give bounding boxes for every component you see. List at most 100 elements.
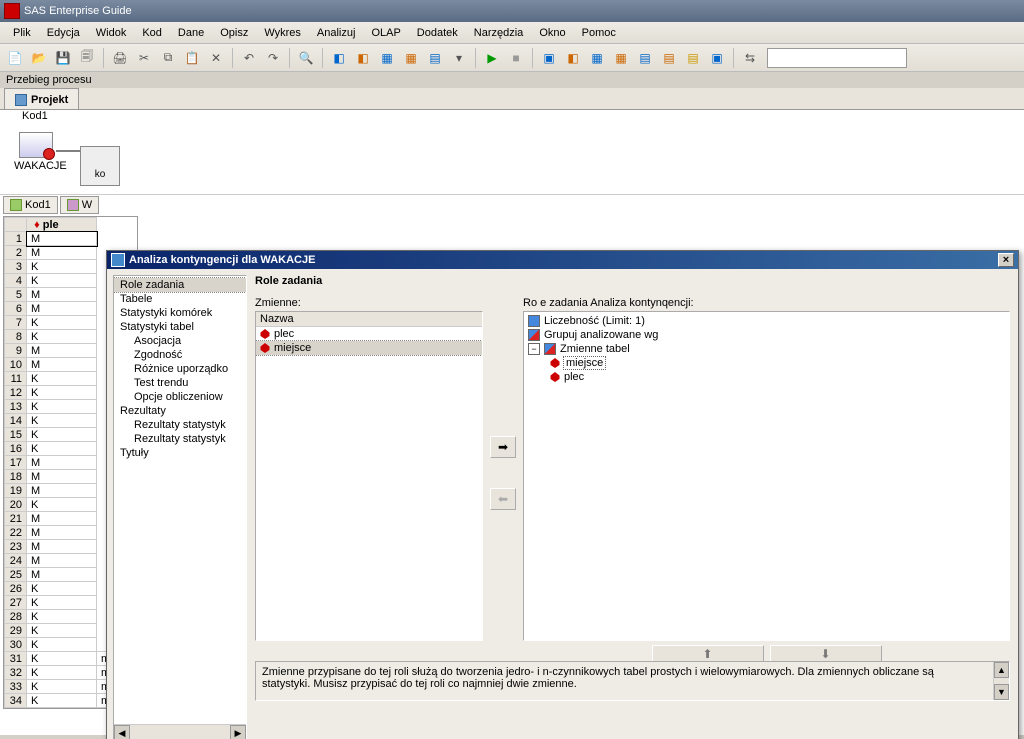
- tb-print-icon[interactable]: 🖨: [109, 47, 131, 69]
- tb-task1-icon[interactable]: ◧: [328, 47, 350, 69]
- tb-sep: [475, 48, 476, 68]
- nav-item[interactable]: Rezultaty statystyk: [114, 418, 246, 432]
- tb-task5-icon[interactable]: ▤: [424, 47, 446, 69]
- menu-dodatek[interactable]: Dodatek: [410, 25, 465, 41]
- menu-olap[interactable]: OLAP: [364, 25, 407, 41]
- var-plec[interactable]: plec: [256, 327, 482, 341]
- dialog-title: Analiza kontyngencji dla WAKACJE: [129, 254, 315, 266]
- tb-redo-icon[interactable]: ↷: [262, 47, 284, 69]
- remove-button[interactable]: ⬅: [490, 488, 516, 510]
- transfer-buttons: ➡ ⬅: [489, 297, 517, 649]
- nav-item[interactable]: Statystyki komórek: [114, 306, 246, 320]
- scroll-right-icon[interactable]: ▶: [230, 725, 246, 739]
- tb-task3-icon[interactable]: ▦: [376, 47, 398, 69]
- nav-item[interactable]: Różnice uporządko: [114, 362, 246, 376]
- section-title: Role zadania: [255, 275, 1010, 287]
- tb-paste-icon[interactable]: 📋: [181, 47, 203, 69]
- tb-win6-icon[interactable]: ▤: [658, 47, 680, 69]
- tb-save-icon[interactable]: 💾: [52, 47, 74, 69]
- nav-pane[interactable]: Role zadaniaTabeleStatystyki komórekStat…: [113, 275, 247, 739]
- tb-task2-icon[interactable]: ◧: [352, 47, 374, 69]
- menu-okno[interactable]: Okno: [532, 25, 572, 41]
- tb-saveall-icon[interactable]: 🗐: [76, 47, 98, 69]
- role-grupuj[interactable]: Grupuj analizowane wg: [528, 328, 1005, 342]
- menu-plik[interactable]: Plik: [6, 25, 38, 41]
- nav-item[interactable]: Opcje obliczeniow: [114, 390, 246, 404]
- nav-item[interactable]: Tabele: [114, 292, 246, 306]
- roles-label: Ro e zadania Analiza kontynqencji:: [523, 297, 1010, 309]
- nav-item[interactable]: Asocjacja: [114, 334, 246, 348]
- flow-node-wakacje[interactable]: WAKACJE: [14, 132, 58, 182]
- tb-sep: [289, 48, 290, 68]
- collapse-icon[interactable]: −: [528, 343, 540, 355]
- menu-pomoc[interactable]: Pomoc: [575, 25, 623, 41]
- nav-item[interactable]: Statystyki tabel: [114, 320, 246, 334]
- var-icon: [550, 372, 560, 382]
- menubar: Plik Edycja Widok Kod Dane Opisz Wykres …: [0, 22, 1024, 44]
- role-liczebnosc[interactable]: Liczebność (Limit: 1): [528, 314, 1005, 328]
- dialog-body: Role zadaniaTabeleStatystyki komórekStat…: [107, 269, 1018, 739]
- scroll-down-icon[interactable]: ▼: [994, 684, 1009, 700]
- var-miejsce[interactable]: miejsce: [256, 341, 482, 355]
- tb-win5-icon[interactable]: ▤: [634, 47, 656, 69]
- tb-combo[interactable]: [767, 48, 907, 68]
- desc-scrollbar[interactable]: ▲ ▼: [993, 662, 1009, 700]
- variables-label: Zmienne:: [255, 297, 483, 309]
- menu-narzedzia[interactable]: Narzędzia: [467, 25, 531, 41]
- roles-tree[interactable]: Liczebność (Limit: 1) Grupuj analizowane…: [523, 311, 1010, 641]
- menu-dane[interactable]: Dane: [171, 25, 211, 41]
- menu-wykres[interactable]: Wykres: [257, 25, 308, 41]
- data-tab-kod1[interactable]: Kod1: [3, 196, 58, 214]
- tb-undo-icon[interactable]: ↶: [238, 47, 260, 69]
- app-icon: [4, 3, 20, 19]
- tb-switch-icon[interactable]: ⇆: [739, 47, 761, 69]
- tb-stop-icon[interactable]: ■: [505, 47, 527, 69]
- menu-opisz[interactable]: Opisz: [213, 25, 255, 41]
- tb-win7-icon[interactable]: ▤: [682, 47, 704, 69]
- flow-kod1-label: Kod1: [22, 110, 48, 122]
- dialog-icon: [111, 253, 125, 267]
- menu-edycja[interactable]: Edycja: [40, 25, 87, 41]
- tab-projekt[interactable]: Projekt: [4, 88, 79, 109]
- scroll-up-icon[interactable]: ▲: [994, 662, 1009, 678]
- description-box: Zmienne przypisane do tej roli służą do …: [255, 661, 1010, 701]
- menu-widok[interactable]: Widok: [89, 25, 134, 41]
- nav-item[interactable]: Rezultaty: [114, 404, 246, 418]
- nav-item[interactable]: Rezultaty statystyk: [114, 432, 246, 446]
- process-label: Przebieg procesu: [0, 72, 1024, 88]
- add-button[interactable]: ➡: [490, 436, 516, 458]
- variables-list[interactable]: Nazwa plec miejsce: [255, 311, 483, 641]
- tb-copy-icon[interactable]: ⧉: [157, 47, 179, 69]
- tb-win4-icon[interactable]: ▦: [610, 47, 632, 69]
- var-icon: [260, 329, 270, 339]
- tb-open-icon[interactable]: 📂: [28, 47, 50, 69]
- app-titlebar: SAS Enterprise Guide: [0, 0, 1024, 22]
- data-tab-w[interactable]: W: [60, 196, 99, 214]
- scroll-left-icon[interactable]: ◀: [114, 725, 130, 739]
- tb-task6-icon[interactable]: ▾: [448, 47, 470, 69]
- tb-task4-icon[interactable]: ▦: [400, 47, 422, 69]
- tb-run-icon[interactable]: ▶: [481, 47, 503, 69]
- tb-win8-icon[interactable]: ▣: [706, 47, 728, 69]
- nav-item[interactable]: Tytuły: [114, 446, 246, 460]
- tb-win2-icon[interactable]: ◧: [562, 47, 584, 69]
- nav-item[interactable]: Role zadania: [114, 278, 246, 292]
- role-var-plec[interactable]: plec: [528, 370, 1005, 384]
- tb-new-icon[interactable]: 📄: [4, 47, 26, 69]
- nav-item[interactable]: Zgodność: [114, 348, 246, 362]
- role-var-miejsce[interactable]: miejsce: [528, 356, 1005, 370]
- toolbar: 📄 📂 💾 🗐 🖨 ✂ ⧉ 📋 ✕ ↶ ↷ 🔍 ◧ ◧ ▦ ▦ ▤ ▾ ▶ ■ …: [0, 44, 1024, 72]
- menu-analizuj[interactable]: Analizuj: [310, 25, 363, 41]
- nav-item[interactable]: Test trendu: [114, 376, 246, 390]
- flow-node-task[interactable]: ko: [80, 146, 120, 186]
- nav-scrollbar[interactable]: ◀ ▶: [114, 724, 246, 739]
- tb-win1-icon[interactable]: ▣: [538, 47, 560, 69]
- tb-sep: [322, 48, 323, 68]
- menu-kod[interactable]: Kod: [135, 25, 169, 41]
- tb-win3-icon[interactable]: ▦: [586, 47, 608, 69]
- close-button[interactable]: ×: [998, 253, 1014, 267]
- role-zmienne-tabel[interactable]: −Zmienne tabel: [528, 342, 1005, 356]
- tb-delete-icon[interactable]: ✕: [205, 47, 227, 69]
- tb-cut-icon[interactable]: ✂: [133, 47, 155, 69]
- tb-zoom-icon[interactable]: 🔍: [295, 47, 317, 69]
